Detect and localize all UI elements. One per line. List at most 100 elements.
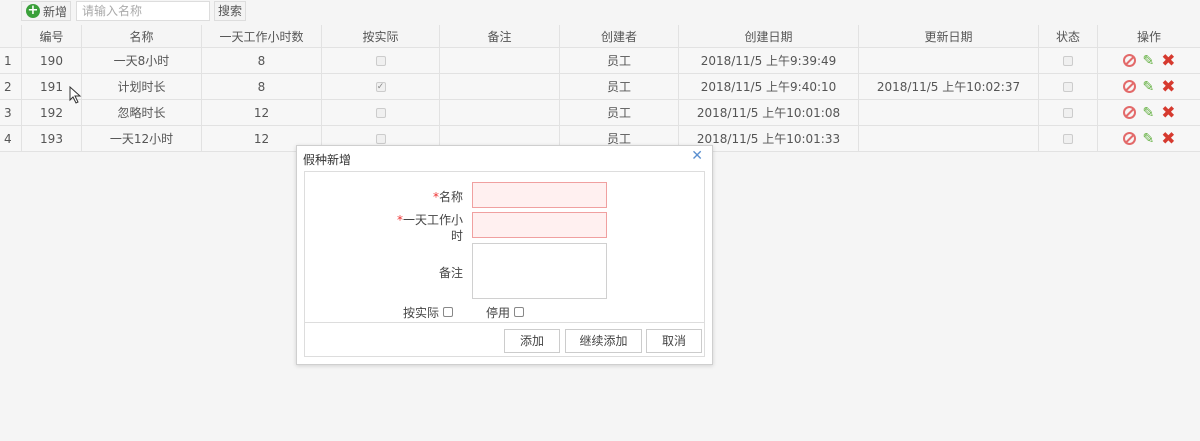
disabled-label: 停用 [486, 304, 524, 321]
header-updated[interactable]: 更新日期 [858, 25, 1038, 47]
cell-name: 一天8小时 [81, 48, 201, 73]
table-row[interactable]: 2 191 计划时长 8 ✓ 员工 2018/11/5 上午9:40:10 20… [0, 74, 1200, 100]
x-icon[interactable]: ✖ [1161, 104, 1175, 121]
cell-created: 2018/11/5 上午9:39:49 [678, 48, 858, 73]
cell-creator: 员工 [559, 74, 678, 99]
cell-ops: ✎ ✖ [1097, 100, 1200, 125]
row-number: 2 [4, 79, 12, 94]
pencil-icon[interactable]: ✎ [1143, 54, 1155, 68]
cell-ops: ✎ ✖ [1097, 74, 1200, 99]
mouse-cursor-icon [69, 86, 82, 104]
cell-actual: ✓ [321, 74, 439, 99]
pencil-icon[interactable]: ✎ [1143, 80, 1155, 94]
actual-checkbox [375, 133, 386, 144]
row-number: 3 [4, 105, 12, 120]
cell-status [1038, 48, 1097, 73]
hours-label-line1: 一天工作小 [402, 213, 463, 227]
pencil-icon[interactable]: ✎ [1143, 132, 1155, 146]
dialog-title: 假种新增 [303, 153, 352, 167]
actual-checkbox [375, 55, 386, 66]
add-submit-button[interactable]: 添加 [504, 329, 560, 353]
header-ops: 操作 [1097, 25, 1200, 47]
cell-name: 计划时长 [81, 74, 201, 99]
table-row[interactable]: 1 190 一天8小时 8 员工 2018/11/5 上午9:39:49 ✎ ✖ [0, 48, 1200, 74]
cell-creator: 员工 [559, 48, 678, 73]
cell-id: 193 [21, 126, 81, 151]
x-icon[interactable]: ✖ [1161, 130, 1175, 147]
actual-label-text: 按实际 [403, 306, 440, 320]
cell-hours: 8 [201, 48, 321, 73]
cell-updated [858, 100, 1038, 125]
add-button[interactable]: + 新增 [21, 1, 71, 21]
close-icon[interactable]: ✕ [691, 148, 703, 164]
actual-label: 按实际 [403, 304, 453, 321]
cell-name: 一天12小时 [81, 126, 201, 151]
continue-add-button[interactable]: 继续添加 [565, 329, 642, 353]
hours-field[interactable] [472, 212, 607, 238]
header-remark[interactable]: 备注 [439, 25, 559, 47]
cell-actual [321, 48, 439, 73]
status-checkbox [1063, 133, 1073, 144]
x-icon[interactable]: ✖ [1161, 78, 1175, 95]
cell-status [1038, 74, 1097, 99]
disabled-checkbox-input[interactable] [513, 307, 524, 317]
pencil-icon[interactable]: ✎ [1143, 106, 1155, 120]
name-label-text: 名称 [438, 190, 463, 204]
plus-circle-icon: + [26, 3, 40, 18]
cell-remark [439, 74, 559, 99]
hours-label-line2: 时 [450, 229, 463, 243]
name-label: *名称 [365, 188, 463, 205]
search-button[interactable]: 搜索 [214, 1, 246, 21]
status-checkbox [1063, 55, 1073, 66]
header-actual[interactable]: 按实际 [321, 25, 439, 47]
cell-updated [858, 48, 1038, 73]
toolbar: + 新增 搜索 [0, 0, 1200, 24]
cell-created: 2018/11/5 上午10:01:08 [678, 100, 858, 125]
cell-remark [439, 100, 559, 125]
x-icon[interactable]: ✖ [1161, 52, 1175, 69]
add-leave-type-dialog: 假种新增 ✕ *名称 *一天工作小 时 备注 按实际 停用 添加 继续添加 取消 [296, 145, 713, 365]
hours-label: *一天工作小 时 [365, 212, 463, 244]
ban-icon[interactable] [1122, 106, 1136, 119]
search-input[interactable] [76, 1, 210, 21]
data-table: 编号 名称 一天工作小时数 按实际 备注 创建者 创建日期 更新日期 状态 操作… [0, 25, 1200, 152]
actual-checkbox [375, 107, 386, 118]
header-id[interactable]: 编号 [21, 25, 81, 47]
ban-icon[interactable] [1122, 54, 1136, 67]
ban-icon[interactable] [1122, 132, 1136, 145]
header-status[interactable]: 状态 [1038, 25, 1097, 47]
cell-actual [321, 100, 439, 125]
disabled-label-text: 停用 [486, 306, 511, 320]
cell-ops: ✎ ✖ [1097, 126, 1200, 151]
header-name[interactable]: 名称 [81, 25, 201, 47]
actual-checkbox: ✓ [375, 81, 386, 92]
remark-textarea[interactable] [472, 243, 607, 299]
header-created[interactable]: 创建日期 [678, 25, 858, 47]
actual-checkbox-input[interactable] [442, 307, 453, 317]
ban-icon[interactable] [1122, 80, 1136, 93]
cell-remark [439, 48, 559, 73]
cell-status [1038, 100, 1097, 125]
status-checkbox [1063, 107, 1073, 118]
cancel-button[interactable]: 取消 [646, 329, 702, 353]
cell-created: 2018/11/5 上午9:40:10 [678, 74, 858, 99]
row-number: 4 [4, 131, 12, 146]
cell-ops: ✎ ✖ [1097, 48, 1200, 73]
cell-updated [858, 126, 1038, 151]
add-button-label: 新增 [43, 4, 68, 19]
name-field[interactable] [472, 182, 607, 208]
cell-id: 190 [21, 48, 81, 73]
header-creator[interactable]: 创建者 [559, 25, 678, 47]
table-header-row: 编号 名称 一天工作小时数 按实际 备注 创建者 创建日期 更新日期 状态 操作 [0, 25, 1200, 48]
table-row[interactable]: 3 192 忽略时长 12 员工 2018/11/5 上午10:01:08 ✎ … [0, 100, 1200, 126]
remark-label: 备注 [438, 266, 463, 280]
row-number: 1 [4, 53, 12, 68]
status-checkbox [1063, 81, 1073, 92]
header-hours[interactable]: 一天工作小时数 [201, 25, 321, 47]
dialog-divider [305, 322, 704, 323]
cell-name: 忽略时长 [81, 100, 201, 125]
cell-hours: 12 [201, 100, 321, 125]
cell-hours: 8 [201, 74, 321, 99]
cell-status [1038, 126, 1097, 151]
dialog-form: *名称 *一天工作小 时 备注 按实际 停用 添加 继续添加 取消 [304, 171, 705, 357]
